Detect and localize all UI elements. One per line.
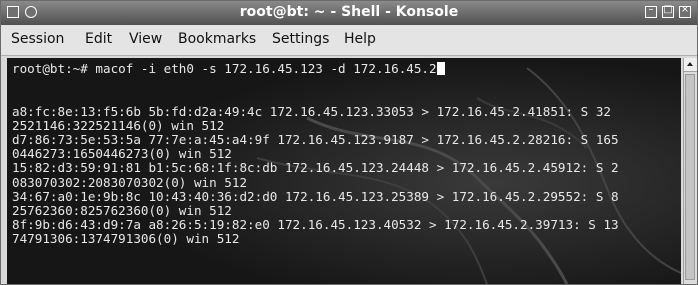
vertical-scrollbar[interactable] xyxy=(683,58,697,284)
output-line: 0446273:1650446273(0) win 512 xyxy=(12,146,232,162)
konsole-window: root@bt: ~ - Shell - Konsole – □ × Sessi… xyxy=(0,0,698,285)
window-title: root@bt: ~ - Shell - Konsole xyxy=(239,4,459,20)
shell-prompt: root@bt:~# xyxy=(12,61,96,76)
scroll-up-button[interactable] xyxy=(684,58,697,72)
menu-bookmarks[interactable]: Bookmarks xyxy=(178,31,256,47)
output-line: 74791306:1374791306(0) win 512 xyxy=(12,231,240,247)
menu-settings[interactable]: Settings xyxy=(272,31,329,47)
output-line: a8:fc:8e:13:f5:6b 5b:fd:d2a:49:4c 172.16… xyxy=(12,103,611,119)
output-line: d7:86:73:5e:53:5a 77:7e:a:45:a4:9f 172.1… xyxy=(12,132,619,148)
terminal-area[interactable]: root@bt:~# macof -i eth0 -s 172.16.45.12… xyxy=(7,58,681,284)
menu-session[interactable]: Session xyxy=(11,31,64,47)
output-line: 34:67:a0:1e:9b:8c 10:43:40:36:d2:d0 172.… xyxy=(12,188,619,204)
output-line: 8f:9b:d6:43:d9:7a a8:26:5:19:82:e0 172.1… xyxy=(12,217,619,233)
minimize-icon[interactable]: – xyxy=(645,4,657,18)
menu-bar: Session Edit View Bookmarks Settings Hel… xyxy=(1,25,697,56)
output-line: 083070302:2083070302(0) win 512 xyxy=(12,174,248,190)
terminal-text: root@bt:~# macof -i eth0 -s 172.16.45.12… xyxy=(12,61,619,247)
menu-edit[interactable]: Edit xyxy=(85,31,112,47)
title-bar[interactable]: root@bt: ~ - Shell - Konsole – □ × xyxy=(1,1,697,25)
close-icon[interactable]: × xyxy=(679,4,691,18)
text-cursor xyxy=(436,62,445,75)
output-line: 15:82:d3:59:91:81 b1:5c:68:1f:8c:db 172.… xyxy=(12,160,619,176)
menu-help[interactable]: Help xyxy=(344,31,376,47)
scroll-up-arrow-icon xyxy=(687,62,693,66)
menu-view[interactable]: View xyxy=(129,31,162,47)
output-line: 2521146:322521146(0) win 512 xyxy=(12,117,225,133)
shell-command: macof -i eth0 -s 172.16.45.123 -d 172.16… xyxy=(95,61,437,76)
scroll-thumb[interactable] xyxy=(685,74,695,280)
maximize-icon[interactable]: □ xyxy=(662,4,674,18)
output-line: 25762360:825762360(0) win 512 xyxy=(12,203,232,219)
